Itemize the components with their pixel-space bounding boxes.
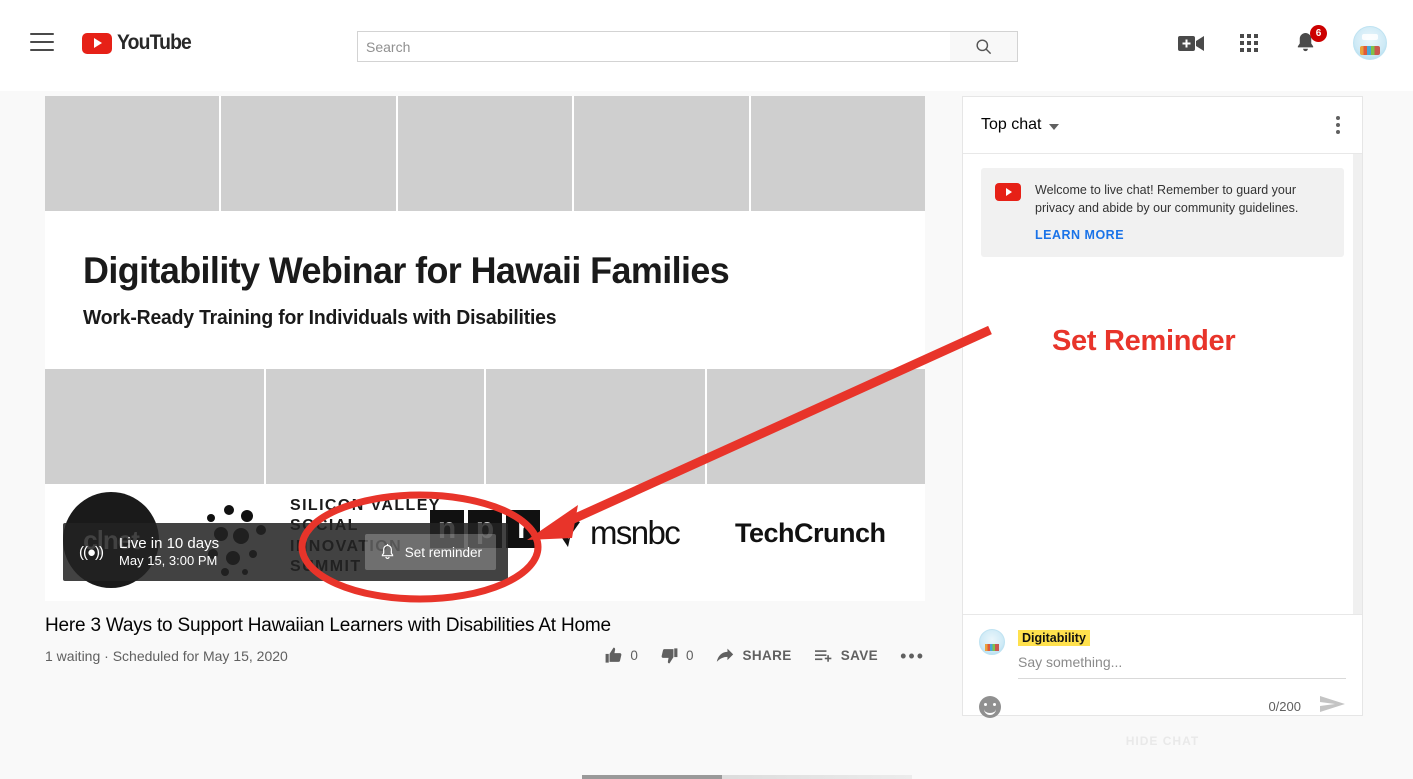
msnbc-logo-text: msnbc bbox=[590, 514, 681, 551]
chat-menu-button[interactable] bbox=[1330, 110, 1346, 140]
share-arrow-icon bbox=[717, 648, 734, 662]
techcrunch-logo: TechCrunch bbox=[735, 518, 886, 548]
video-column: Digitability Webinar for Hawaii Families… bbox=[45, 96, 925, 665]
avatar bbox=[1353, 26, 1387, 60]
send-arrow-icon bbox=[1320, 696, 1345, 712]
chat-input-row: Digitability bbox=[979, 629, 1346, 679]
live-countdown-bar: ((●)) Live in 10 days May 15, 3:00 PM Se… bbox=[63, 523, 508, 581]
npr-letter-r: r bbox=[506, 510, 540, 548]
like-button[interactable]: 0 bbox=[604, 646, 638, 665]
banner-photo-strip-bottom bbox=[45, 369, 925, 484]
share-label: SHARE bbox=[742, 648, 792, 663]
video-meta-row: 1 waiting · Scheduled for May 15, 2020 0 bbox=[45, 646, 925, 665]
banner-title: Digitability Webinar for Hawaii Families bbox=[83, 250, 730, 292]
save-playlist-icon bbox=[814, 649, 832, 662]
chat-mode-label: Top chat bbox=[981, 116, 1042, 133]
msnbc-logo: msnbc bbox=[550, 514, 681, 552]
youtube-logo[interactable]: YouTube bbox=[82, 31, 197, 55]
chat-mode-dropdown[interactable]: Top chat bbox=[981, 116, 1060, 134]
progress-bar-filled bbox=[582, 775, 722, 779]
save-label: SAVE bbox=[840, 648, 879, 663]
youtube-logo-text: YouTube bbox=[117, 31, 192, 54]
learn-more-link[interactable]: LEARN MORE bbox=[1035, 228, 1124, 242]
chat-input-controls: 0/200 bbox=[979, 693, 1346, 720]
chat-message-input[interactable] bbox=[1018, 654, 1346, 679]
hamburger-menu-icon[interactable] bbox=[30, 33, 54, 51]
nbc-peacock-icon bbox=[552, 520, 580, 547]
banner-subtitle: Work-Ready Training for Individuals with… bbox=[83, 306, 557, 329]
emoji-face-icon[interactable] bbox=[979, 695, 1001, 718]
more-actions-button[interactable]: ••• bbox=[900, 647, 925, 665]
dislike-count: 0 bbox=[685, 648, 694, 663]
chat-send-group: 0/200 bbox=[1268, 693, 1346, 720]
page-content: Digitability Webinar for Hawaii Families… bbox=[0, 91, 1413, 779]
search-input[interactable] bbox=[366, 38, 950, 55]
account-avatar-button[interactable] bbox=[1353, 26, 1387, 60]
svs-line-1: SILICON VALLEY bbox=[290, 497, 441, 514]
live-text: Live in 10 days May 15, 3:00 PM bbox=[119, 535, 219, 570]
youtube-play-icon bbox=[82, 32, 112, 54]
thumbs-up-icon bbox=[606, 647, 622, 663]
create-video-button[interactable] bbox=[1178, 34, 1204, 53]
live-schedule-time: May 15, 3:00 PM bbox=[119, 553, 218, 569]
search-box[interactable] bbox=[357, 31, 951, 62]
live-countdown-label: Live in 10 days bbox=[119, 534, 220, 552]
annotation-label: Set Reminder bbox=[1052, 325, 1236, 357]
apps-grid-icon bbox=[1240, 34, 1258, 52]
notifications-button[interactable]: 6 bbox=[1294, 24, 1327, 56]
chat-welcome-card: Welcome to live chat! Remember to guard … bbox=[981, 168, 1344, 258]
chat-messages-area: Welcome to live chat! Remember to guard … bbox=[963, 154, 1362, 614]
set-reminder-button[interactable]: Set reminder bbox=[364, 534, 496, 570]
progress-bar-track bbox=[722, 775, 912, 779]
video-meta: Here 3 Ways to Support Hawaiian Learners… bbox=[45, 601, 925, 665]
video-subtext: 1 waiting · Scheduled for May 15, 2020 bbox=[45, 647, 288, 664]
thumbs-down-icon bbox=[661, 648, 678, 664]
chat-username: Digitability bbox=[1018, 630, 1090, 646]
like-count: 0 bbox=[630, 648, 638, 663]
banner-photo-strip-top bbox=[45, 96, 925, 211]
video-title: Here 3 Ways to Support Hawaiian Learners… bbox=[45, 615, 611, 636]
chat-scrollbar[interactable] bbox=[1353, 154, 1362, 614]
search-icon bbox=[976, 39, 992, 55]
dislike-button[interactable]: 0 bbox=[660, 646, 694, 665]
chat-welcome-text: Welcome to live chat! Remember to guard … bbox=[1035, 183, 1299, 216]
video-camera-plus-icon bbox=[1178, 35, 1204, 51]
save-button[interactable]: SAVE bbox=[814, 647, 878, 665]
search-button[interactable] bbox=[950, 31, 1018, 62]
chat-char-counter: 0/200 bbox=[1268, 699, 1301, 714]
video-actions: 0 0 SHARE SAVE ••• bbox=[604, 646, 925, 665]
notification-badge: 6 bbox=[1310, 24, 1327, 42]
send-message-button[interactable] bbox=[1319, 693, 1346, 720]
top-bar-icons: 6 bbox=[1178, 24, 1387, 60]
video-player[interactable]: Digitability Webinar for Hawaii Families… bbox=[45, 96, 925, 601]
bell-icon bbox=[381, 543, 393, 559]
chat-user-avatar bbox=[979, 629, 1005, 655]
hide-chat-button[interactable]: HIDE CHAT bbox=[979, 734, 1346, 748]
chat-input-area: Digitability 0/200 HIDE CHAT bbox=[963, 614, 1362, 748]
apps-button[interactable] bbox=[1240, 34, 1258, 52]
live-broadcast-icon: ((●)) bbox=[79, 543, 104, 561]
banner-title-block: Digitability Webinar for Hawaii Families… bbox=[45, 211, 925, 369]
live-chat-panel: Top chat Welcome to live chat! Remember … bbox=[962, 96, 1363, 748]
share-button[interactable]: SHARE bbox=[715, 647, 791, 665]
chat-fields: Digitability bbox=[1018, 629, 1346, 679]
set-reminder-label: Set reminder bbox=[404, 544, 482, 560]
chat-header: Top chat bbox=[963, 97, 1362, 154]
chevron-down-icon bbox=[1049, 123, 1060, 130]
youtube-play-icon bbox=[995, 183, 1021, 201]
top-navigation-bar: YouTube 6 bbox=[0, 0, 1413, 91]
